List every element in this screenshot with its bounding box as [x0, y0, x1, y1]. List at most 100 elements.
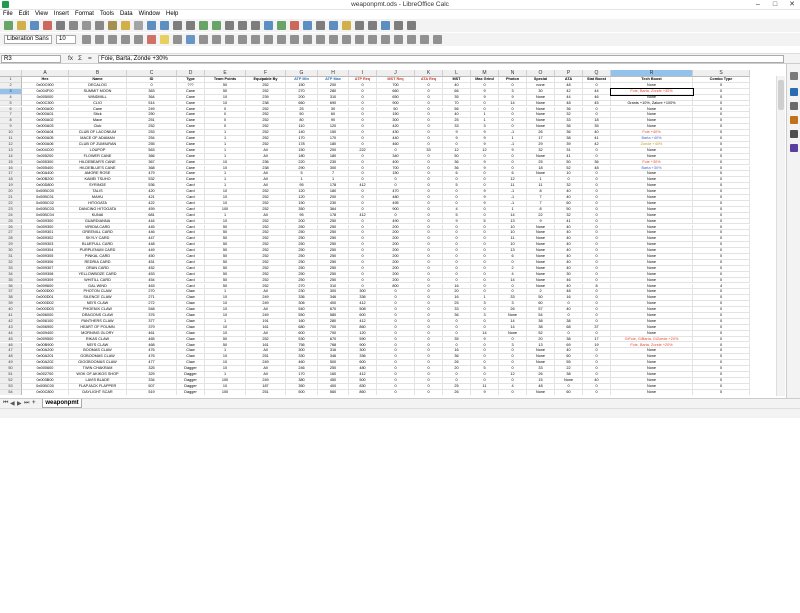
sort-descending-icon[interactable] — [251, 21, 260, 30]
autofilter-icon[interactable] — [264, 21, 273, 30]
vertical-scrollbar[interactable] — [776, 76, 785, 396]
borders-icon[interactable] — [394, 35, 403, 44]
print-icon[interactable] — [56, 21, 65, 30]
column-header-n[interactable]: N — [499, 70, 527, 77]
export-pdf-icon[interactable] — [43, 21, 52, 30]
table-cell[interactable]: DAYLIGHT SCAR — [69, 389, 127, 395]
save-icon[interactable] — [30, 21, 39, 30]
clear-icon[interactable] — [134, 21, 143, 30]
special-character-icon[interactable] — [316, 21, 325, 30]
column-header-r[interactable]: R — [611, 70, 693, 77]
table-cell[interactable]: 0 — [499, 389, 527, 395]
column-header-p[interactable]: P — [555, 70, 583, 77]
new-icon[interactable] — [4, 21, 13, 30]
column-header-o[interactable]: O — [527, 70, 555, 77]
open-icon[interactable] — [17, 21, 26, 30]
name-box[interactable]: R3 — [1, 55, 61, 63]
column-header-c[interactable]: C — [127, 70, 177, 77]
merge-center-icon[interactable] — [238, 35, 247, 44]
formula-input[interactable]: Foie, Barta, Zonde +30% — [98, 55, 784, 63]
sort-icon[interactable] — [225, 21, 234, 30]
column-header-a[interactable]: A — [22, 70, 69, 77]
show-draw-functions-icon[interactable] — [407, 21, 416, 30]
first-sheet-icon[interactable]: ⏮ — [3, 400, 8, 407]
justify-icon[interactable] — [212, 35, 221, 44]
table-cell[interactable]: None — [527, 389, 555, 395]
align-top-icon[interactable] — [251, 35, 260, 44]
table-cell[interactable]: 9 — [471, 389, 499, 395]
highlight-icon[interactable] — [160, 35, 169, 44]
table-cell[interactable]: 0 — [377, 389, 415, 395]
underline-icon[interactable] — [108, 35, 117, 44]
conditional-icon[interactable] — [433, 35, 442, 44]
table-cell[interactable]: Dagger — [177, 389, 205, 395]
sum-icon[interactable]: Σ — [78, 55, 82, 63]
align-bottom-icon[interactable] — [277, 35, 286, 44]
styles-icon[interactable] — [790, 102, 798, 110]
italic-icon[interactable] — [95, 35, 104, 44]
align-left-icon[interactable] — [173, 35, 182, 44]
comment-icon[interactable] — [342, 21, 351, 30]
column-header-g[interactable]: G — [286, 70, 318, 77]
column-header-e[interactable]: E — [205, 70, 246, 77]
table-cell[interactable]: Foie, Barta, Zonde +30% — [610, 87, 694, 96]
pivot-table-icon[interactable] — [303, 21, 312, 30]
menu-view[interactable]: View — [32, 10, 51, 19]
column-icon[interactable] — [212, 21, 221, 30]
table-cell[interactable]: 251 — [246, 389, 286, 395]
align-right-icon[interactable] — [199, 35, 208, 44]
image-icon[interactable] — [277, 21, 286, 30]
headers-footers-icon[interactable] — [355, 21, 364, 30]
close-icon[interactable]: ✕ — [784, 0, 800, 10]
functions-icon[interactable] — [790, 144, 798, 152]
table-cell[interactable]: 860 — [349, 389, 377, 395]
table-cell[interactable]: 60 — [555, 389, 583, 395]
column-header-j[interactable]: J — [377, 70, 415, 77]
add-decimal-icon[interactable] — [342, 35, 351, 44]
menu-insert[interactable]: Insert — [51, 10, 72, 19]
define-print-area-icon[interactable] — [368, 21, 377, 30]
clone-formatting-icon[interactable] — [121, 21, 130, 30]
menu-window[interactable]: Window — [136, 10, 163, 19]
add-sheet-icon[interactable]: + — [32, 400, 36, 406]
function-wizard-icon[interactable]: fx — [68, 55, 73, 63]
menu-format[interactable]: Format — [72, 10, 97, 19]
sort-ascending-icon[interactable] — [238, 21, 247, 30]
column-header-k[interactable]: K — [415, 70, 443, 77]
row-icon[interactable] — [199, 21, 208, 30]
menu-file[interactable]: File — [0, 10, 16, 19]
print-preview-icon[interactable] — [69, 21, 78, 30]
paste-icon[interactable] — [108, 21, 117, 30]
column-header-b[interactable]: B — [69, 70, 127, 77]
menu-help[interactable]: Help — [163, 10, 181, 19]
table-cell[interactable]: 0 — [583, 389, 611, 395]
delete-decimal-icon[interactable] — [355, 35, 364, 44]
border-color-icon[interactable] — [420, 35, 429, 44]
properties-icon[interactable] — [790, 88, 798, 96]
column-header-q[interactable]: Q — [583, 70, 611, 77]
table-cell[interactable]: 0x00C800 — [22, 389, 69, 395]
hyperlink-icon[interactable] — [329, 21, 338, 30]
undo-icon[interactable] — [147, 21, 156, 30]
navigator-icon[interactable] — [790, 130, 798, 138]
scrollbar-thumb[interactable] — [778, 80, 784, 110]
decrease-indent-icon[interactable] — [381, 35, 390, 44]
align-middle-icon[interactable] — [264, 35, 273, 44]
table-cell[interactable]: 0 — [415, 389, 443, 395]
last-sheet-icon[interactable]: ⏭ — [24, 400, 29, 407]
next-sheet-icon[interactable]: ▶ — [17, 400, 22, 407]
align-center-icon[interactable] — [186, 35, 195, 44]
sidebar-menu-icon[interactable] — [790, 72, 798, 80]
font-size-box[interactable]: 10 — [56, 35, 76, 44]
menu-edit[interactable]: Edit — [16, 10, 32, 19]
table-cell[interactable]: None — [611, 389, 693, 395]
chart-icon[interactable] — [290, 21, 299, 30]
table-cell[interactable]: 26 — [443, 389, 471, 395]
number-icon[interactable] — [316, 35, 325, 44]
spelling-icon[interactable] — [186, 21, 195, 30]
formula-equals-icon[interactable]: = — [88, 55, 92, 63]
find-replace-icon[interactable] — [173, 21, 182, 30]
menu-data[interactable]: Data — [117, 10, 136, 19]
split-window-icon[interactable] — [394, 21, 403, 30]
font-color-icon[interactable] — [147, 35, 156, 44]
